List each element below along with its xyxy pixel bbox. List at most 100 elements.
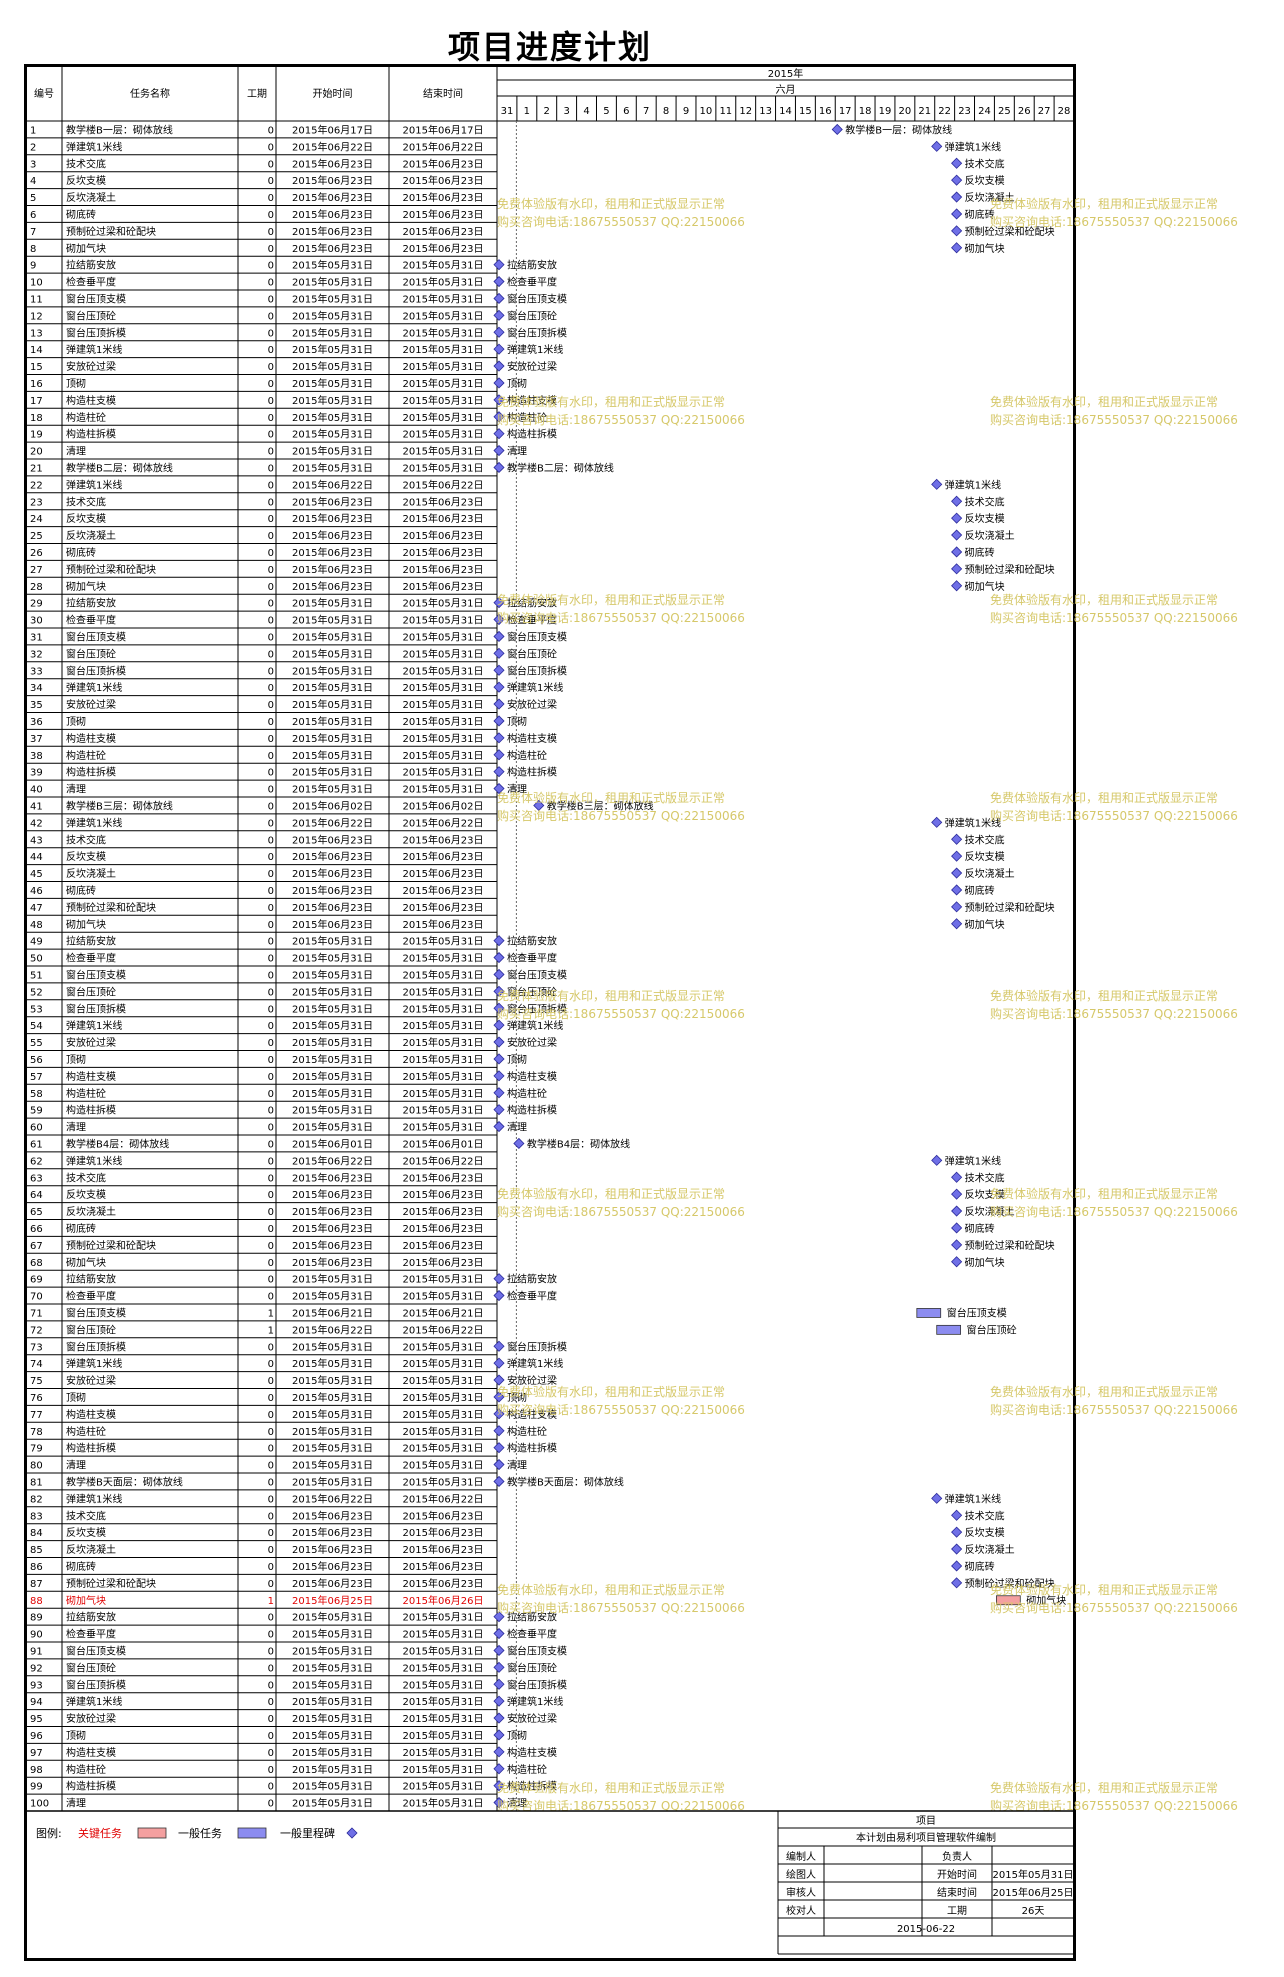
cell-end: 2015年05月31日 xyxy=(403,1763,484,1776)
cell-start: 2015年05月31日 xyxy=(292,715,373,728)
cell-name: 窗台压顶支模 xyxy=(66,1644,126,1657)
bar-label: 反坎浇凝土 xyxy=(965,1543,1015,1556)
cell-id: 32 xyxy=(30,649,43,660)
cell-id: 72 xyxy=(30,1325,43,1336)
cell-name: 安放砼过梁 xyxy=(66,1374,116,1387)
watermark-text: 购买咨询电话:18675550537 QQ:22150066 xyxy=(990,1402,1238,1417)
cell-duration: 0 xyxy=(268,1393,274,1404)
cell-name: 砌底砖 xyxy=(66,208,96,221)
bar-label: 砌加气块 xyxy=(965,918,1005,931)
cell-end: 2015年05月31日 xyxy=(403,1746,484,1759)
cell-id: 65 xyxy=(30,1207,43,1218)
cell-end: 2015年05月31日 xyxy=(403,630,484,643)
milestone-marker xyxy=(951,529,963,541)
watermark-text: 免费体验版有水印，租用和正式版显示正常 xyxy=(990,1186,1218,1201)
cell-name: 窗台压顶拆模 xyxy=(66,326,126,339)
cell-name: 清理 xyxy=(66,1121,86,1134)
cell-id: 5 xyxy=(30,193,36,204)
bar-label: 弹建筑1米线 xyxy=(945,1154,1001,1167)
watermark-text: 购买咨询电话:18675550537 QQ:22150066 xyxy=(497,412,745,427)
watermark-text: 购买咨询电话:18675550537 QQ:22150066 xyxy=(990,412,1238,427)
footer-owner: 负责人 xyxy=(942,1850,972,1863)
watermark-text: 免费体验版有水印，租用和正式版显示正常 xyxy=(497,1780,725,1795)
cell-id: 93 xyxy=(30,1680,43,1691)
cell-duration: 0 xyxy=(268,345,274,356)
watermark-text: 购买咨询电话:18675550537 QQ:22150066 xyxy=(990,1006,1238,1021)
bar-label: 构造柱拆模 xyxy=(507,1442,557,1455)
cell-end: 2015年06月23日 xyxy=(403,1543,484,1556)
milestone-marker xyxy=(493,1729,505,1741)
cell-name: 构造柱砼 xyxy=(66,1425,106,1438)
cell-id: 49 xyxy=(30,937,43,948)
bar-label: 清理 xyxy=(507,445,527,458)
cell-end: 2015年05月31日 xyxy=(403,985,484,998)
cell-end: 2015年05月31日 xyxy=(403,394,484,407)
header-day: 10 xyxy=(700,106,713,117)
watermark-text: 购买咨询电话:18675550537 QQ:22150066 xyxy=(497,1204,745,1219)
cell-id: 99 xyxy=(30,1782,43,1793)
cell-duration: 0 xyxy=(268,531,274,542)
bar-label: 弹建筑1米线 xyxy=(507,1695,563,1708)
legend-milestone-label: 一般里程碑 xyxy=(280,1827,335,1840)
cell-id: 90 xyxy=(30,1630,43,1641)
cell-duration: 0 xyxy=(268,1224,274,1235)
cell-start: 2015年06月23日 xyxy=(292,1509,373,1522)
cell-start: 2015年06月23日 xyxy=(292,1222,373,1235)
cell-start: 2015年06月23日 xyxy=(292,1239,373,1252)
milestone-marker xyxy=(931,1492,943,1504)
milestone-marker xyxy=(493,1442,505,1454)
milestone-marker xyxy=(931,140,943,152)
cell-duration: 0 xyxy=(268,1714,274,1725)
cell-name: 弹建筑1米线 xyxy=(66,1357,122,1370)
cell-start: 2015年05月31日 xyxy=(292,1678,373,1691)
cell-duration: 0 xyxy=(268,700,274,711)
cell-id: 48 xyxy=(30,920,43,931)
cell-id: 13 xyxy=(30,328,43,339)
cell-id: 79 xyxy=(30,1444,43,1455)
cell-duration: 0 xyxy=(268,548,274,559)
milestone-marker xyxy=(493,444,505,457)
cell-id: 62 xyxy=(30,1156,43,1167)
cell-end: 2015年06月23日 xyxy=(403,157,484,170)
milestone-marker xyxy=(493,766,505,778)
cell-id: 89 xyxy=(30,1613,43,1624)
cell-start: 2015年06月25日 xyxy=(292,1594,373,1607)
cell-start: 2015年05月31日 xyxy=(292,1340,373,1353)
milestone-marker xyxy=(951,850,963,862)
bar-label: 反坎支模 xyxy=(965,174,1005,187)
cell-id: 14 xyxy=(30,345,43,356)
watermark-text: 免费体验版有水印，租用和正式版显示正常 xyxy=(990,1582,1218,1597)
header-col-start: 开始时间 xyxy=(313,87,353,100)
cell-end: 2015年05月31日 xyxy=(403,411,484,424)
cell-name: 反坎浇凝土 xyxy=(66,867,116,880)
cell-id: 69 xyxy=(30,1275,43,1286)
cell-start: 2015年05月31日 xyxy=(292,1729,373,1742)
cell-name: 砌底砖 xyxy=(66,1222,96,1235)
cell-id: 73 xyxy=(30,1342,43,1353)
milestone-marker xyxy=(493,1019,505,1031)
cell-duration: 0 xyxy=(268,1646,274,1657)
watermark-text: 免费体验版有水印，租用和正式版显示正常 xyxy=(497,592,725,607)
bar-label: 教学楼B二层：砌体放线 xyxy=(507,461,614,474)
cell-duration: 0 xyxy=(268,616,274,627)
cell-start: 2015年05月31日 xyxy=(292,985,373,998)
cell-start: 2015年06月23日 xyxy=(292,901,373,914)
cell-start: 2015年05月31日 xyxy=(292,766,373,779)
footer-start_value: 2015年05月31日 xyxy=(993,1868,1074,1881)
cell-end: 2015年06月17日 xyxy=(403,123,484,136)
header-day: 9 xyxy=(683,106,689,117)
cell-duration: 0 xyxy=(268,244,274,255)
cell-start: 2015年06月23日 xyxy=(292,833,373,846)
cell-duration: 0 xyxy=(268,1697,274,1708)
cell-duration: 0 xyxy=(268,970,274,981)
cell-end: 2015年05月31日 xyxy=(403,935,484,948)
bar-label: 弹建筑1米线 xyxy=(507,1357,563,1370)
cell-end: 2015年06月23日 xyxy=(403,901,484,914)
watermark-text: 购买咨询电话:18675550537 QQ:22150066 xyxy=(990,610,1238,625)
cell-name: 技术交底 xyxy=(66,1509,106,1522)
cell-name: 清理 xyxy=(66,783,86,796)
cell-id: 30 xyxy=(30,616,43,627)
cell-name: 弹建筑1米线 xyxy=(66,1695,122,1708)
cell-id: 16 xyxy=(30,379,43,390)
bar-label: 构造柱砼 xyxy=(507,1763,547,1776)
